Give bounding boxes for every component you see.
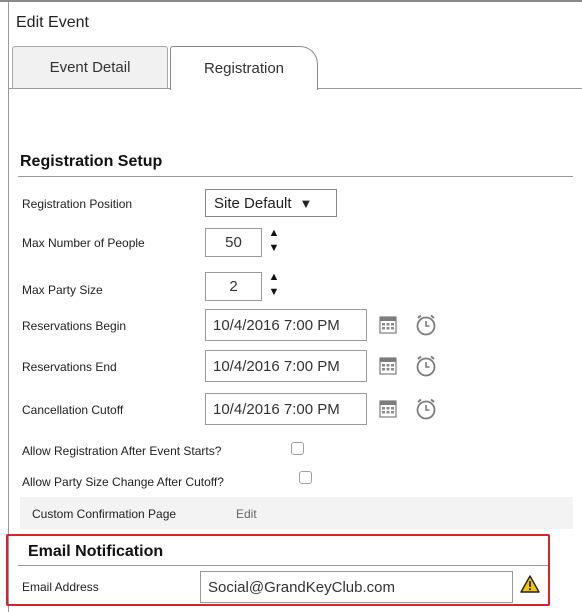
chevron-down-icon: ▼ (299, 195, 313, 211)
stepper-down-icon[interactable]: ▼ (269, 287, 280, 298)
section-divider (18, 176, 573, 177)
registration-position-select[interactable]: Site Default ▼ (205, 189, 337, 217)
calendar-icon[interactable] (379, 400, 397, 418)
calendar-icon[interactable] (379, 316, 397, 334)
tab-event-detail[interactable]: Event Detail (12, 46, 168, 88)
warning-icon (520, 575, 540, 593)
cancellation-cutoff-label: Cancellation Cutoff (22, 403, 124, 417)
reservations-end-input[interactable]: 10/4/2016 7:00 PM (205, 350, 367, 382)
email-address-field[interactable]: Social@GrandKeyClub.com (200, 571, 513, 603)
max-people-input[interactable]: 50 (205, 228, 262, 257)
max-party-size-stepper[interactable]: ▲ ▼ (268, 272, 280, 298)
custom-confirmation-row: Custom Confirmation Page Edit (20, 497, 573, 529)
reservations-end-label: Reservations End (22, 360, 117, 374)
tab-registration[interactable]: Registration (170, 46, 318, 90)
clock-icon[interactable] (414, 313, 438, 337)
allow-party-change-checkbox[interactable] (299, 471, 312, 484)
stepper-up-icon[interactable]: ▲ (269, 272, 280, 283)
max-party-size-input[interactable]: 2 (205, 272, 262, 301)
reservations-begin-label: Reservations Begin (22, 319, 127, 333)
window-title: Edit Event (16, 14, 89, 31)
registration-position-value: Site Default (214, 194, 292, 212)
max-people-label: Max Number of People (22, 236, 145, 250)
clock-icon[interactable] (414, 354, 438, 378)
email-address-label: Email Address (22, 580, 99, 594)
allow-after-start-label: Allow Registration After Event Starts? (22, 444, 222, 458)
max-party-size-label: Max Party Size (22, 283, 103, 297)
section-divider (18, 565, 548, 566)
allow-party-change-label: Allow Party Size Change After Cutoff? (22, 475, 224, 489)
allow-after-start-checkbox[interactable] (291, 442, 304, 455)
window-left-border (8, 2, 9, 612)
stepper-up-icon[interactable]: ▲ (269, 228, 280, 239)
clock-icon[interactable] (414, 397, 438, 421)
registration-setup-heading: Registration Setup (20, 153, 163, 170)
window-top-border (0, 0, 582, 2)
custom-confirmation-edit-link[interactable]: Edit (236, 507, 257, 521)
reservations-begin-input[interactable]: 10/4/2016 7:00 PM (205, 309, 367, 341)
calendar-icon[interactable] (379, 357, 397, 375)
stepper-down-icon[interactable]: ▼ (269, 243, 280, 254)
max-people-stepper[interactable]: ▲ ▼ (268, 228, 280, 254)
registration-position-label: Registration Position (22, 197, 133, 211)
custom-confirmation-label: Custom Confirmation Page (32, 507, 177, 521)
cancellation-cutoff-input[interactable]: 10/4/2016 7:00 PM (205, 393, 367, 425)
email-notification-heading: Email Notification (28, 543, 164, 560)
